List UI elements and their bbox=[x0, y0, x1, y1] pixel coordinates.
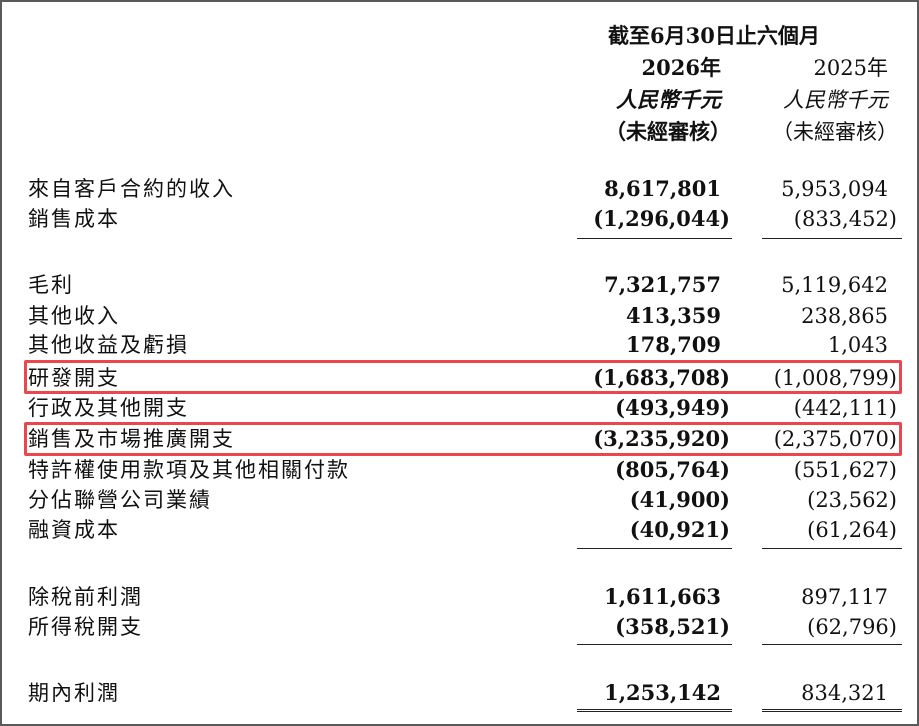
subtotal-rule bbox=[577, 238, 732, 239]
row-share-of-associates: 分佔聯營公司業績 (41,900) (23,562) bbox=[2, 485, 917, 515]
audit-current: （未經審核） bbox=[605, 119, 731, 144]
year-prior: 2025年 bbox=[813, 56, 888, 80]
value-prior: 834,321 bbox=[801, 681, 888, 705]
row-label: 來自客戶合約的收入 bbox=[28, 177, 235, 201]
highlight-box-selling bbox=[24, 422, 902, 456]
value-current: (805,764) bbox=[615, 457, 730, 482]
value-prior: (23,562) bbox=[807, 488, 897, 512]
row-label: 分佔聯營公司業績 bbox=[28, 488, 212, 512]
row-gross-profit: 毛利 7,321,757 5,119,642 bbox=[2, 270, 917, 300]
row-admin-expenses: 行政及其他開支 (493,949) (442,111) bbox=[2, 393, 917, 423]
subtotal-rule bbox=[762, 238, 902, 239]
value-current: (1,296,044) bbox=[593, 206, 730, 231]
statement-frame: 截至6月30日止六個月 2026年 2025年 人民幣千元 人民幣千元 （未經審… bbox=[0, 0, 919, 726]
value-prior: 897,117 bbox=[801, 585, 888, 609]
row-label: 銷售成本 bbox=[28, 207, 120, 231]
row-other-gains-losses: 其他收益及虧損 178,709 1,043 bbox=[2, 330, 917, 360]
value-prior: 238,865 bbox=[801, 304, 888, 328]
value-prior: (442,111) bbox=[793, 396, 897, 420]
value-current: 178,709 bbox=[626, 332, 721, 357]
row-label: 除稅前利潤 bbox=[28, 585, 143, 609]
row-label: 其他收益及虧損 bbox=[28, 333, 189, 357]
row-profit-before-tax: 除稅前利潤 1,611,663 897,117 bbox=[2, 582, 917, 612]
subtotal-rule bbox=[577, 644, 732, 645]
subtotal-rule bbox=[577, 548, 732, 549]
audit-prior: （未經審核） bbox=[772, 120, 898, 144]
value-current: 8,617,801 bbox=[604, 176, 721, 201]
value-prior: (833,452) bbox=[793, 207, 897, 231]
value-prior: 5,119,642 bbox=[781, 273, 888, 297]
row-label: 毛利 bbox=[28, 273, 74, 297]
row-income-tax: 所得稅開支 (358,521) (62,796) bbox=[2, 612, 917, 642]
value-prior: 5,953,094 bbox=[781, 177, 888, 201]
value-current: (358,521) bbox=[615, 614, 730, 639]
value-prior: (62,796) bbox=[807, 615, 897, 639]
value-current: 7,321,757 bbox=[604, 272, 721, 297]
period-heading: 截至6月30日止六個月 bbox=[608, 23, 820, 48]
value-current: (41,900) bbox=[629, 487, 730, 512]
subtotal-rule bbox=[762, 548, 902, 549]
row-label: 所得稅開支 bbox=[28, 615, 143, 639]
row-royalty-payments: 特許權使用款項及其他相關付款 (805,764) (551,627) bbox=[2, 455, 917, 485]
value-current: (493,949) bbox=[615, 395, 730, 420]
row-label: 行政及其他開支 bbox=[28, 396, 189, 420]
value-prior: 1,043 bbox=[827, 333, 888, 357]
value-current: 1,253,142 bbox=[604, 680, 721, 705]
total-double-rule bbox=[762, 709, 902, 716]
value-prior: (551,627) bbox=[793, 458, 897, 482]
row-cost-of-sales: 銷售成本 (1,296,044) (833,452) bbox=[2, 204, 917, 234]
unit-prior: 人民幣千元 bbox=[783, 88, 888, 112]
value-current: 413,359 bbox=[626, 303, 721, 328]
unit-current: 人民幣千元 bbox=[616, 87, 721, 112]
row-revenue: 來自客戶合約的收入 8,617,801 5,953,094 bbox=[2, 174, 917, 204]
value-current: (40,921) bbox=[629, 517, 730, 542]
total-double-rule bbox=[577, 709, 732, 716]
row-label: 期內利潤 bbox=[28, 681, 120, 705]
row-other-income: 其他收入 413,359 238,865 bbox=[2, 301, 917, 331]
value-current: 1,611,663 bbox=[604, 584, 721, 609]
year-current: 2026年 bbox=[641, 55, 721, 80]
row-label: 特許權使用款項及其他相關付款 bbox=[28, 458, 350, 482]
row-label: 融資成本 bbox=[28, 518, 120, 542]
row-label: 其他收入 bbox=[28, 304, 120, 328]
row-profit-for-period: 期內利潤 1,253,142 834,321 bbox=[2, 678, 917, 708]
subtotal-rule bbox=[762, 644, 902, 645]
row-finance-costs: 融資成本 (40,921) (61,264) bbox=[2, 515, 917, 545]
highlight-box-rd bbox=[24, 360, 902, 394]
value-prior: (61,264) bbox=[807, 518, 897, 542]
